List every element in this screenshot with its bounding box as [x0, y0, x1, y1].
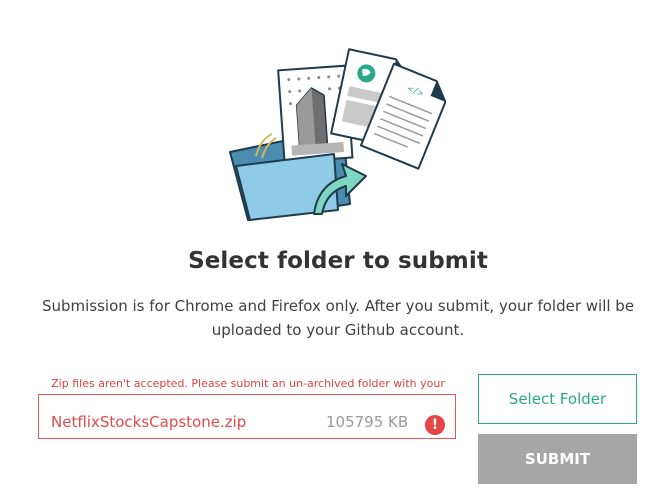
submission-page: </> Select folder to submit Submission i…	[0, 0, 654, 498]
submit-button[interactable]: SUBMIT	[478, 434, 637, 484]
exclamation-circle-icon: !	[425, 415, 445, 435]
page-title: Select folder to submit	[188, 248, 488, 274]
selected-file-row: NetflixStocksCapstone.zip 105795 KB !	[38, 394, 456, 439]
folder-upload-illustration: </>	[226, 44, 447, 224]
file-name: NetflixStocksCapstone.zip	[51, 413, 247, 431]
file-size: 105795 KB	[326, 413, 409, 431]
submission-description: Submission is for Chrome and Firefox onl…	[41, 297, 635, 339]
select-folder-button[interactable]: Select Folder	[478, 374, 637, 424]
